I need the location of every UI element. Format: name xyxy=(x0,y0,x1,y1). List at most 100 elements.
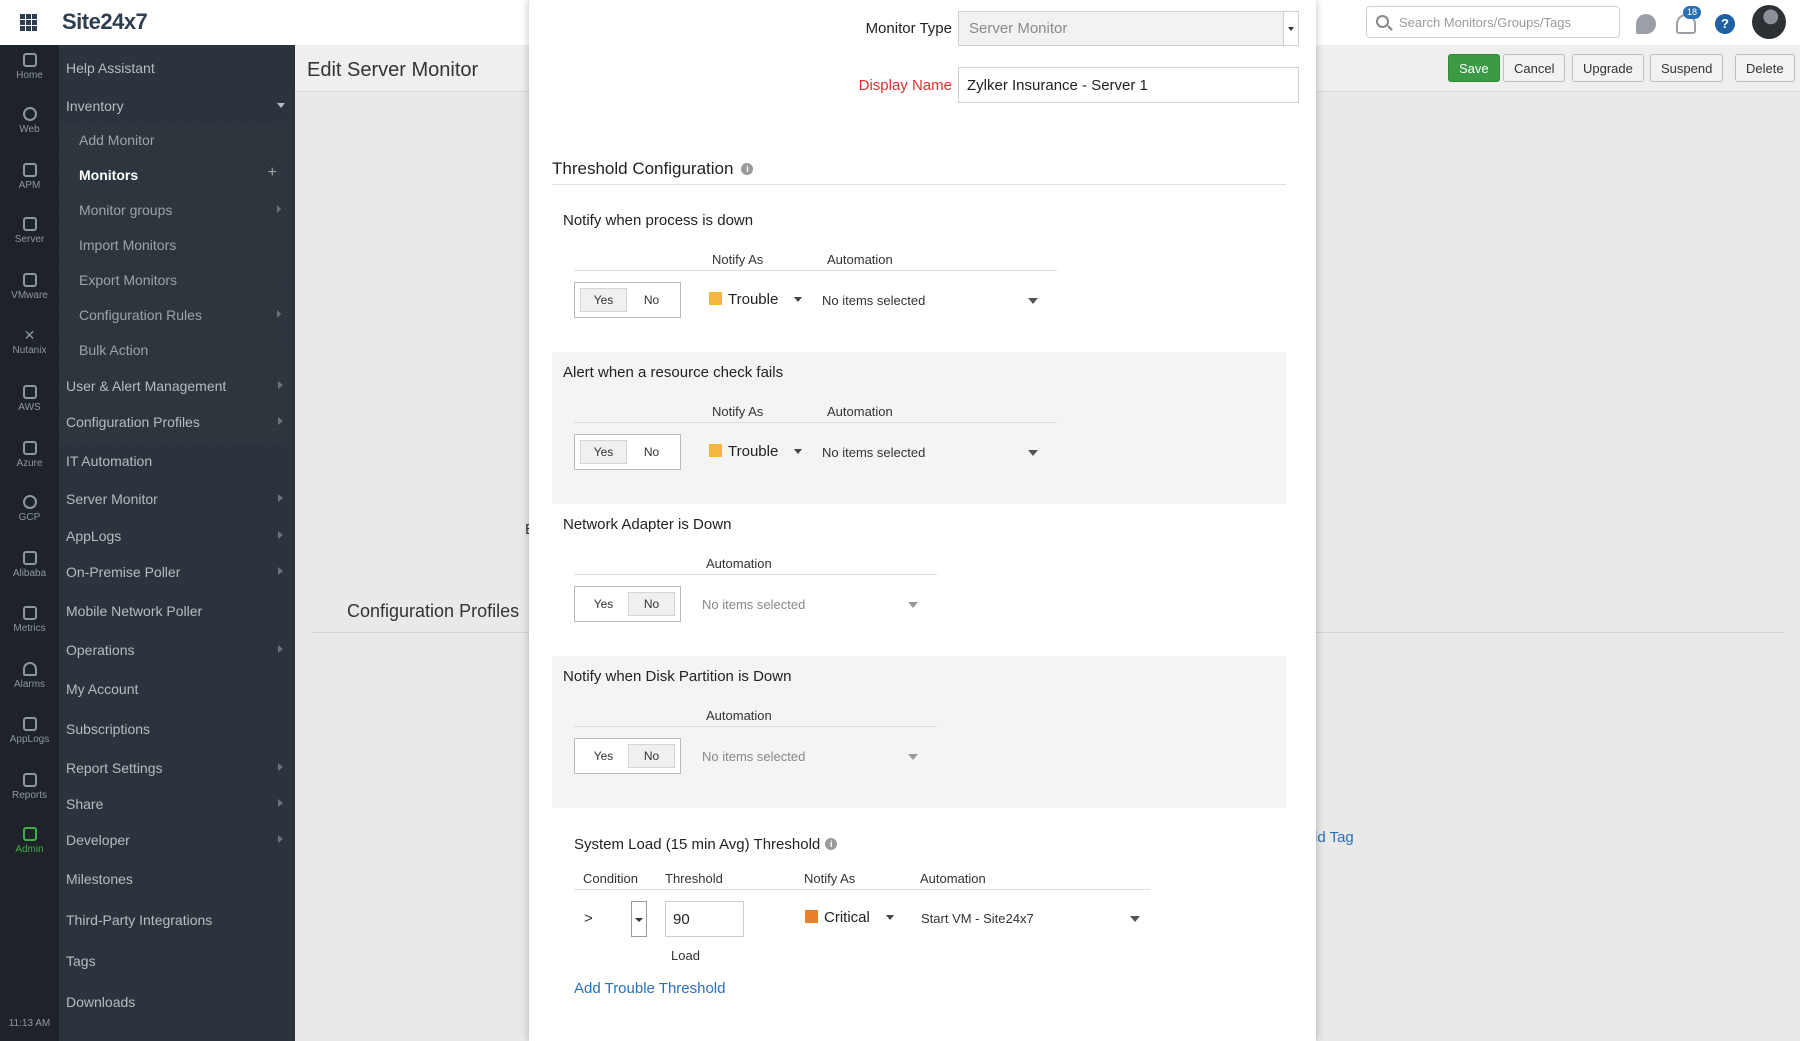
menu-developer[interactable]: Developer xyxy=(59,822,295,856)
rail-gcp[interactable]: GCP xyxy=(0,495,59,523)
yes-no-toggle[interactable]: Yes No xyxy=(574,586,681,622)
chevron-down-icon xyxy=(1283,12,1298,45)
automation-select[interactable]: No items selected xyxy=(822,445,925,460)
rail-azure[interactable]: Azure xyxy=(0,441,59,469)
toggle-no[interactable]: No xyxy=(628,288,675,312)
chevron-down-icon[interactable] xyxy=(908,754,918,760)
rail-web[interactable]: Web xyxy=(0,107,59,135)
submenu-bulk-action[interactable]: Bulk Action xyxy=(59,333,287,365)
menu-share[interactable]: Share xyxy=(59,786,295,820)
gcp-icon xyxy=(22,495,37,509)
toggle-yes[interactable]: Yes xyxy=(580,592,627,616)
chat-icon[interactable] xyxy=(1636,14,1656,34)
menu-milestones[interactable]: Milestones xyxy=(59,861,295,895)
monitor-type-select[interactable]: Server Monitor xyxy=(958,11,1299,46)
reports-icon xyxy=(22,773,37,787)
menu-user-alert-management[interactable]: User & Alert Management xyxy=(59,368,295,402)
block-title: Network Adapter is Down xyxy=(563,516,732,533)
suspend-button[interactable]: Suspend xyxy=(1650,54,1724,82)
applogs-icon xyxy=(22,717,37,731)
rail-apm[interactable]: APM xyxy=(0,163,59,191)
rail-metrics[interactable]: Metrics xyxy=(0,606,59,634)
automation-select[interactable]: No items selected xyxy=(702,597,805,612)
menu-help-assistant[interactable]: Help Assistant xyxy=(59,50,295,84)
add-trouble-threshold-link[interactable]: Add Trouble Threshold xyxy=(574,980,726,997)
submenu-add-monitor[interactable]: Add Monitor xyxy=(59,123,287,155)
chevron-down-icon[interactable] xyxy=(908,602,918,608)
rail-alibaba[interactable]: Alibaba xyxy=(0,551,59,579)
threshold-block-process-down: Notify when process is down Notify As Au… xyxy=(552,200,1286,352)
chevron-down-icon[interactable] xyxy=(1028,298,1038,304)
submenu-monitor-groups[interactable]: Monitor groups xyxy=(59,193,287,225)
chevron-down-icon[interactable] xyxy=(1028,450,1038,456)
menu-server-monitor[interactable]: Server Monitor xyxy=(59,481,295,515)
search-input[interactable]: Search Monitors/Groups/Tags xyxy=(1366,6,1620,38)
menu-operations[interactable]: Operations xyxy=(59,632,295,666)
chevron-right-icon xyxy=(277,205,281,213)
upgrade-button[interactable]: Upgrade xyxy=(1572,54,1644,82)
rail-server[interactable]: Server xyxy=(0,217,59,245)
menu-mobile-network-poller[interactable]: Mobile Network Poller xyxy=(59,593,295,627)
menu-inventory[interactable]: Inventory xyxy=(59,88,295,122)
menu-subscriptions[interactable]: Subscriptions xyxy=(59,711,295,745)
menu-it-automation[interactable]: IT Automation xyxy=(59,443,295,477)
avatar[interactable] xyxy=(1752,5,1786,39)
site24x7-logo[interactable]: Site24x7 xyxy=(62,9,148,35)
menu-tags[interactable]: Tags xyxy=(59,943,295,977)
add-icon[interactable]: + xyxy=(268,164,277,182)
threshold-configuration-panel: Monitor Type Server Monitor Display Name… xyxy=(529,0,1316,1041)
admin-icon xyxy=(22,827,37,841)
chevron-down-icon[interactable] xyxy=(1130,916,1140,922)
menu-report-settings[interactable]: Report Settings xyxy=(59,750,295,784)
cancel-button[interactable]: Cancel xyxy=(1503,54,1566,82)
notify-as-select[interactable]: Trouble xyxy=(709,443,803,460)
yes-no-toggle[interactable]: Yes No xyxy=(574,282,681,318)
rail-alarms[interactable]: Alarms xyxy=(0,662,59,690)
automation-select[interactable]: No items selected xyxy=(702,749,805,764)
toggle-yes[interactable]: Yes xyxy=(580,440,627,464)
toggle-no[interactable]: No xyxy=(628,440,675,464)
automation-select[interactable]: No items selected xyxy=(822,293,925,308)
search-placeholder: Search Monitors/Groups/Tags xyxy=(1399,15,1571,30)
page-title: Edit Server Monitor xyxy=(307,59,479,81)
app-grid-icon[interactable] xyxy=(20,14,37,31)
info-icon[interactable]: i xyxy=(825,838,838,850)
condition-select[interactable] xyxy=(631,901,647,937)
submenu-monitors[interactable]: Monitors + xyxy=(59,158,287,190)
section-title: Threshold Configuration i xyxy=(552,159,754,179)
rail-admin[interactable]: Admin xyxy=(0,827,59,855)
divider xyxy=(574,422,1057,423)
notify-as-select[interactable]: Trouble xyxy=(709,291,803,308)
rail-home[interactable]: Home xyxy=(0,53,59,81)
save-button[interactable]: Save xyxy=(1448,54,1500,82)
notify-as-select[interactable]: Critical xyxy=(805,909,894,926)
toggle-no[interactable]: No xyxy=(628,592,675,616)
submenu-export-monitors[interactable]: Export Monitors xyxy=(59,263,287,295)
yes-no-toggle[interactable]: Yes No xyxy=(574,434,681,470)
submenu-import-monitors[interactable]: Import Monitors xyxy=(59,228,287,260)
menu-my-account[interactable]: My Account xyxy=(59,671,295,705)
chevron-right-icon xyxy=(278,494,283,502)
info-icon[interactable]: i xyxy=(741,163,754,175)
automation-select[interactable]: Start VM - Site24x7 xyxy=(921,911,1034,926)
menu-downloads[interactable]: Downloads xyxy=(59,984,295,1018)
current-time: 11:13 AM xyxy=(8,1018,51,1029)
menu-configuration-profiles[interactable]: Configuration Profiles xyxy=(59,404,295,438)
rail-nutanix[interactable]: ✕ Nutanix xyxy=(0,328,59,356)
threshold-value-input[interactable]: 90 xyxy=(665,901,744,937)
toggle-yes[interactable]: Yes xyxy=(580,744,627,768)
yes-no-toggle[interactable]: Yes No xyxy=(574,738,681,774)
toggle-no[interactable]: No xyxy=(628,744,675,768)
delete-button[interactable]: Delete xyxy=(1735,54,1795,82)
display-name-field[interactable]: Zylker Insurance - Server 1 xyxy=(958,67,1299,103)
help-icon[interactable]: ? xyxy=(1715,14,1735,34)
menu-third-party-integrations[interactable]: Third-Party Integrations xyxy=(59,902,295,936)
rail-applogs[interactable]: AppLogs xyxy=(0,717,59,745)
toggle-yes[interactable]: Yes xyxy=(580,288,627,312)
rail-vmware[interactable]: VMware xyxy=(0,273,59,301)
menu-on-premise-poller[interactable]: On-Premise Poller xyxy=(59,554,295,588)
submenu-configuration-rules[interactable]: Configuration Rules xyxy=(59,298,287,330)
rail-aws[interactable]: AWS xyxy=(0,385,59,413)
rail-reports[interactable]: Reports xyxy=(0,773,59,801)
menu-applogs[interactable]: AppLogs xyxy=(59,518,295,552)
